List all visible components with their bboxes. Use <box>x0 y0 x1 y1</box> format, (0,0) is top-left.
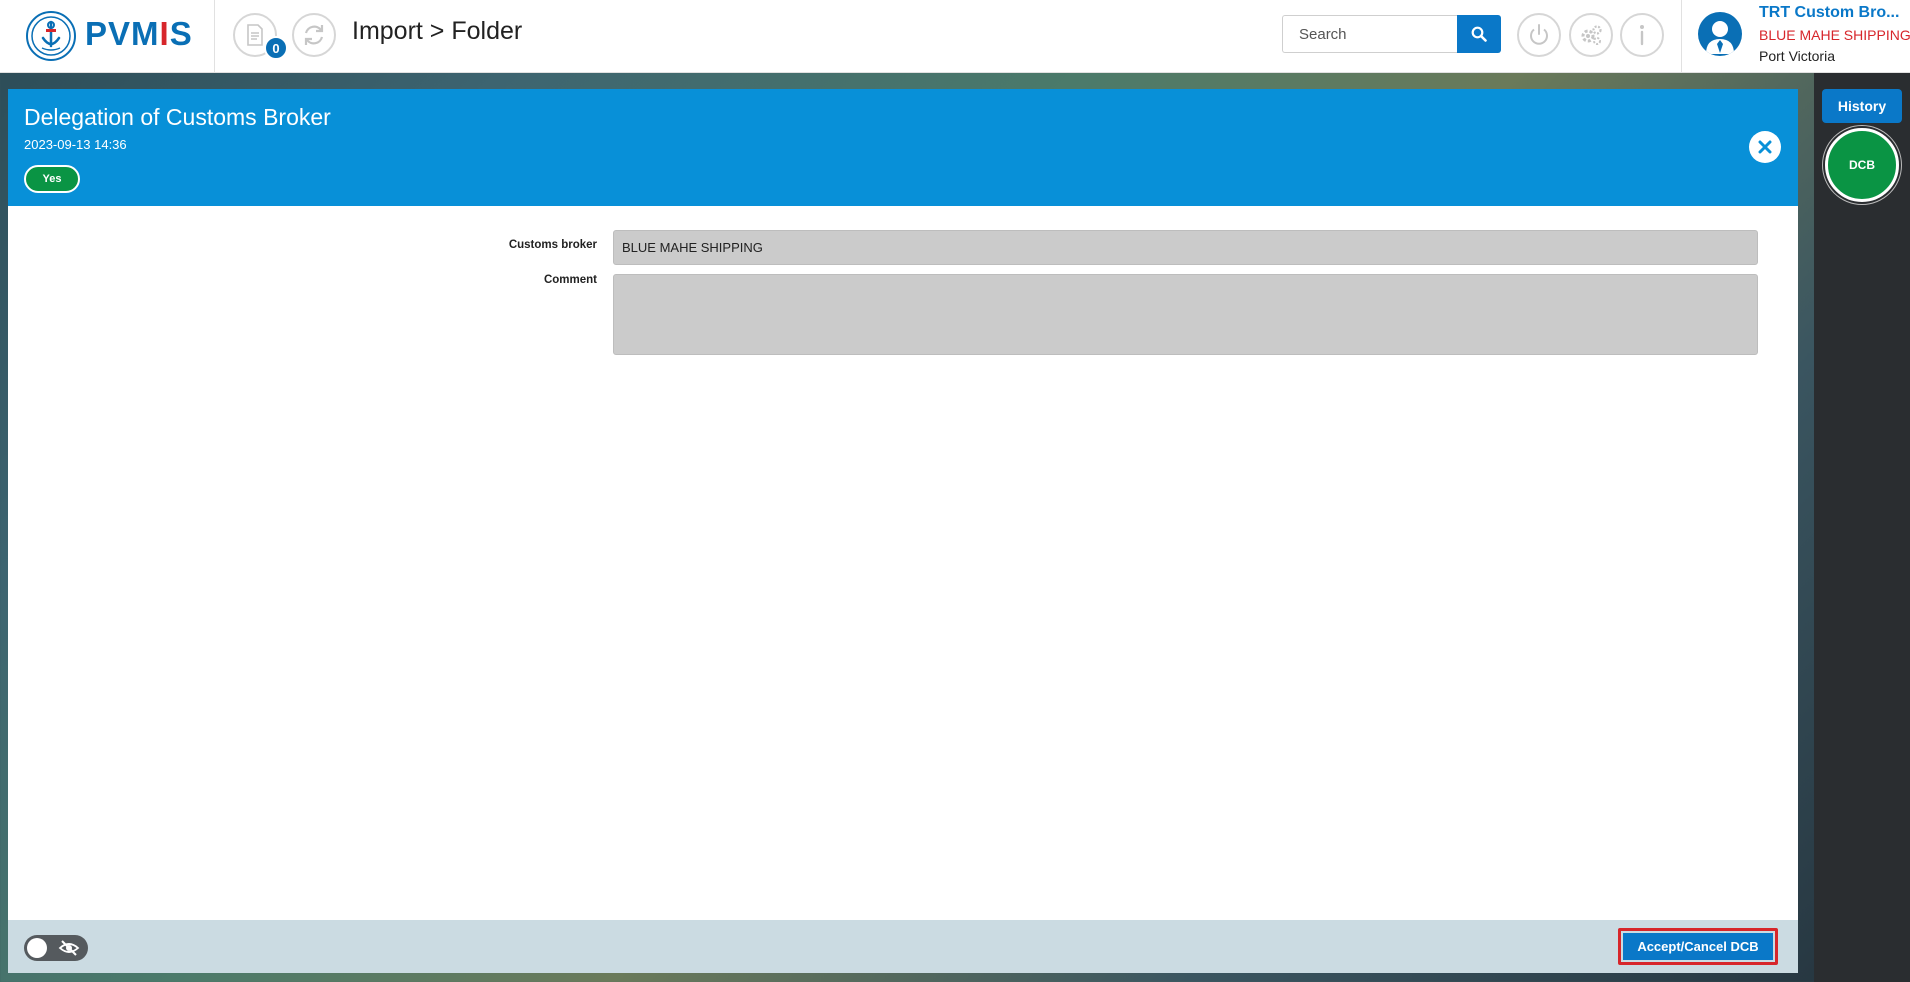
search-button[interactable] <box>1457 15 1501 53</box>
top-header: PVMIS 0 Import > Folder Search TRT Custo… <box>0 0 1910 73</box>
dcb-status-circle[interactable]: DCB <box>1825 128 1899 202</box>
history-button[interactable]: History <box>1822 89 1902 123</box>
logo-area[interactable]: PVMIS <box>0 0 215 73</box>
user-name: TRT Custom Bro... <box>1759 4 1900 21</box>
app-logo-text: PVMIS <box>85 15 193 52</box>
status-badge: Yes <box>24 165 80 193</box>
modal-title: Delegation of Customs Broker <box>24 104 331 130</box>
comment-field[interactable] <box>613 274 1758 355</box>
modal-footer: Accept/Cancel DCB <box>8 920 1798 973</box>
settings-icon <box>1581 25 1602 45</box>
user-profile-area[interactable]: TRT Custom Bro... BLUE MAHE SHIPPING Por… <box>1681 0 1910 73</box>
settings-button[interactable] <box>1569 13 1613 57</box>
modal-header: Delegation of Customs Broker 2023-09-13 … <box>8 89 1798 206</box>
search-input[interactable] <box>1282 15 1458 53</box>
visibility-toggle[interactable] <box>24 935 88 961</box>
info-button[interactable] <box>1620 13 1664 57</box>
accept-cancel-dcb-button[interactable]: Accept/Cancel DCB <box>1623 933 1773 960</box>
close-button[interactable] <box>1749 131 1781 163</box>
eye-slash-icon <box>58 940 80 956</box>
documents-count-badge: 0 <box>264 36 288 60</box>
toggle-knob <box>27 938 47 958</box>
customs-broker-label: Customs broker <box>508 239 597 251</box>
user-company: BLUE MAHE SHIPPING <box>1759 27 1910 43</box>
user-port: Port Victoria <box>1759 48 1835 64</box>
refresh-icon <box>304 25 324 45</box>
port-logo-icon <box>26 11 76 61</box>
refresh-button[interactable] <box>292 13 336 57</box>
info-icon <box>1640 25 1644 46</box>
dcb-modal: Delegation of Customs Broker 2023-09-13 … <box>8 89 1798 973</box>
user-avatar-icon <box>1698 12 1742 56</box>
customs-broker-field[interactable]: BLUE MAHE SHIPPING <box>613 230 1758 265</box>
search-icon <box>1471 26 1487 42</box>
page-title-breadcrumb: Import > Folder <box>352 17 523 45</box>
logout-button[interactable] <box>1517 13 1561 57</box>
power-icon <box>1530 24 1548 45</box>
modal-date: 2023-09-13 14:36 <box>24 137 127 152</box>
right-rail: History DCB <box>1814 73 1910 982</box>
document-icon <box>247 24 263 46</box>
comment-label: Comment <box>543 274 597 286</box>
close-icon <box>1758 140 1772 154</box>
accept-cancel-dcb-highlight: Accept/Cancel DCB <box>1618 928 1778 965</box>
